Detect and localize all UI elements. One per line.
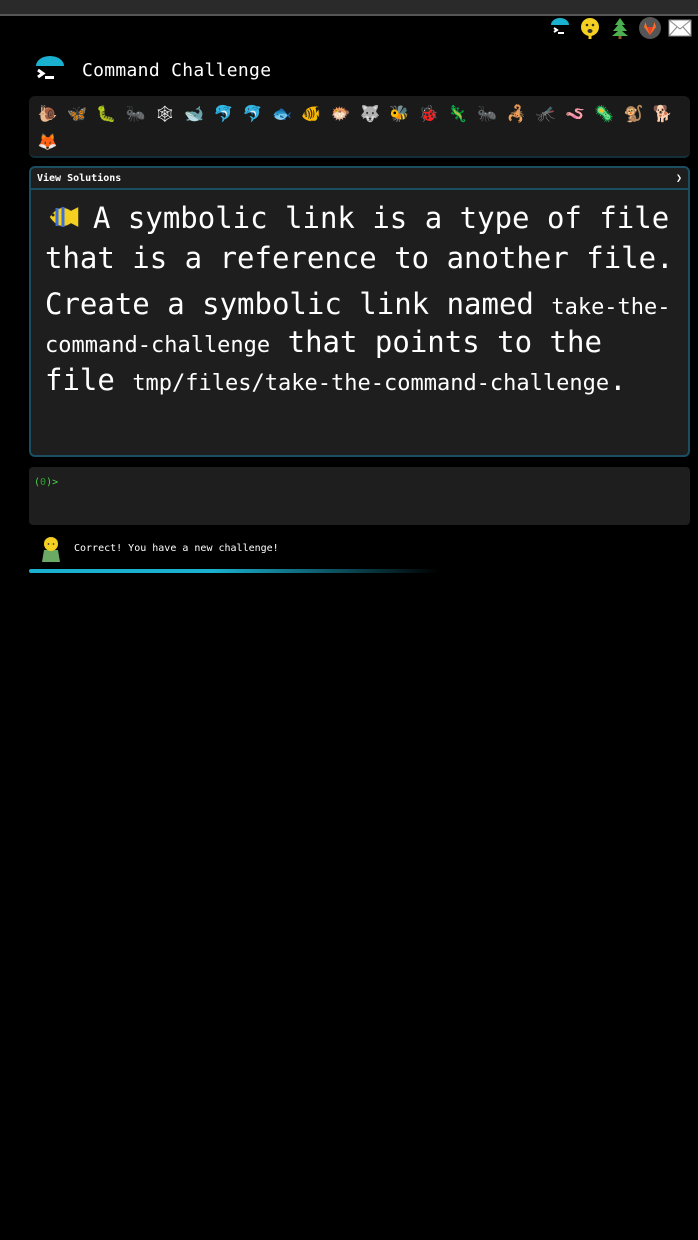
browser-top-bar xyxy=(0,0,698,16)
progress-bar xyxy=(29,569,439,573)
caterpillar-badge-icon[interactable]: 🐛 xyxy=(92,100,121,128)
terminal-input[interactable]: (0)> xyxy=(29,467,690,525)
challenge-description: A symbolic link is a type of file that i… xyxy=(31,190,688,401)
command-challenge-logo-icon[interactable] xyxy=(34,54,66,86)
fish-badge-icon[interactable]: 🐟 xyxy=(267,100,296,128)
gitlab-icon[interactable] xyxy=(638,16,662,40)
app-header: Command Challenge xyxy=(34,50,271,90)
prompt-close: )> xyxy=(46,477,59,488)
ladybug-badge-icon[interactable]: 🐞 xyxy=(414,100,443,128)
fly-badge-icon[interactable]: 🦟 xyxy=(531,100,560,128)
target-path-code: tmp/files/take-the-command-challenge xyxy=(132,371,610,396)
dog-badge-icon[interactable]: 🐕 xyxy=(648,100,677,128)
challenge-panel: View Solutions ❯ A symbolic link is a ty… xyxy=(29,166,690,457)
blowfish-badge-icon[interactable]: 🐡 xyxy=(326,100,355,128)
view-solutions-toggle[interactable]: View Solutions ❯ xyxy=(31,168,688,190)
bee-badge-icon[interactable]: 🐝 xyxy=(385,100,414,128)
challenge-badges: 🐌 🦋 🐛 🐜 🕸 🐋 🐬 🐬 🐟 🐠 🐡 🐺 🐝 🐞 🦎 🐜 🦂 🦟 🪱 🦠 … xyxy=(29,96,690,158)
task-suffix: . xyxy=(609,363,627,397)
worm-badge-icon[interactable]: 🪱 xyxy=(560,100,589,128)
snail-badge-icon[interactable]: 🐌 xyxy=(33,100,62,128)
monkey-badge-icon[interactable]: 🐒 xyxy=(619,100,648,128)
status-message-text: Correct! You have a new challenge! xyxy=(74,542,279,554)
lizard-badge-icon[interactable]: 🦎 xyxy=(443,100,472,128)
top-icon-bar xyxy=(548,16,692,40)
insect-badge-icon[interactable]: 🐜 xyxy=(472,100,501,128)
challenge-intro-text: A symbolic link is a type of file that i… xyxy=(45,201,674,275)
chevron-right-icon[interactable]: ❯ xyxy=(676,173,682,184)
status-message: Correct! You have a new challenge! xyxy=(36,532,279,564)
challenge-task: Create a symbolic link named take-the-co… xyxy=(45,287,674,401)
tropical-fish-icon xyxy=(45,200,83,241)
shark-badge-icon[interactable]: 🐬 xyxy=(238,100,267,128)
butterfly-badge-icon[interactable]: 🦋 xyxy=(62,100,91,128)
whale-badge-icon[interactable]: 🐋 xyxy=(179,100,208,128)
sad-face-icon[interactable] xyxy=(578,16,602,40)
wolf-badge-icon[interactable]: 🐺 xyxy=(355,100,384,128)
tropical-fish-badge-icon[interactable]: 🐠 xyxy=(297,100,326,128)
dolphin-badge-icon[interactable]: 🐬 xyxy=(209,100,238,128)
app-title[interactable]: Command Challenge xyxy=(82,60,271,81)
ant-badge-icon[interactable]: 🐜 xyxy=(121,100,150,128)
view-solutions-label[interactable]: View Solutions xyxy=(37,173,121,184)
web-badge-icon[interactable]: 🕸 xyxy=(150,100,179,128)
microbe-badge-icon[interactable]: 🦠 xyxy=(590,100,619,128)
mail-icon[interactable] xyxy=(668,16,692,40)
scorpion-badge-icon[interactable]: 🦂 xyxy=(502,100,531,128)
tree-icon[interactable] xyxy=(608,16,632,40)
task-prefix: Create a symbolic link named xyxy=(45,287,552,321)
elf-avatar-icon xyxy=(36,532,66,564)
challenge-intro: A symbolic link is a type of file that i… xyxy=(45,200,674,275)
terminal-umbrella-icon[interactable] xyxy=(548,16,572,40)
fox-badge-icon[interactable]: 🦊 xyxy=(33,128,62,156)
